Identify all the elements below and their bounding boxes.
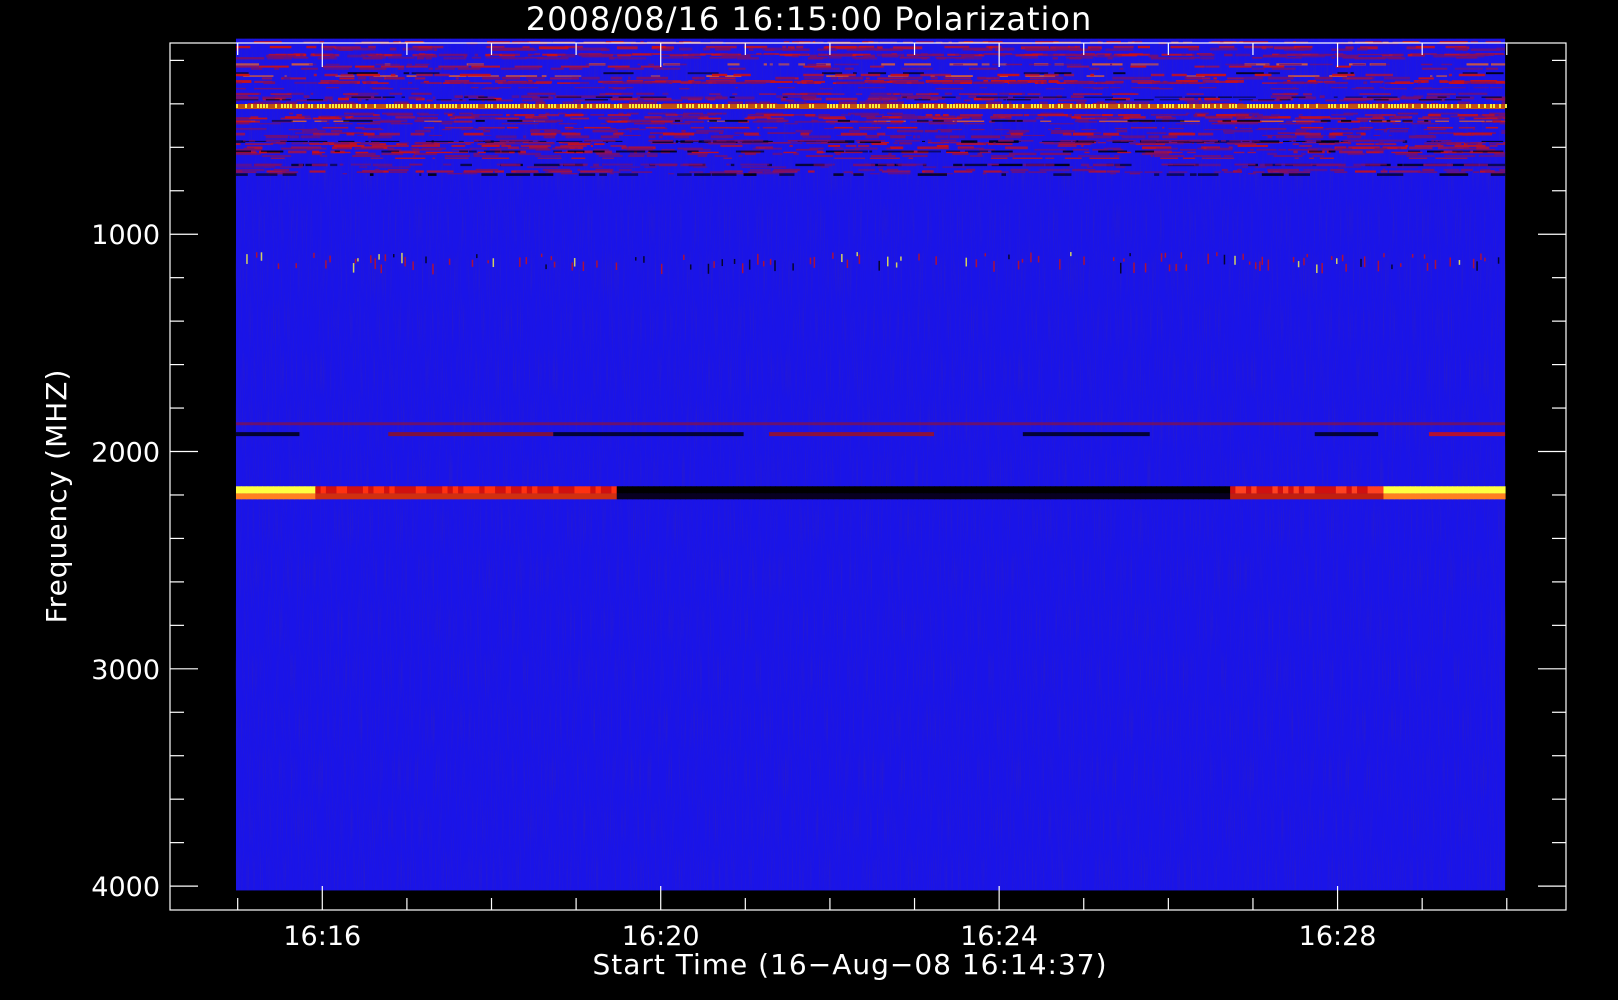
y-axis-label: Frequency (MHZ) bbox=[40, 369, 73, 624]
y-tick-label: 1000 bbox=[91, 220, 160, 251]
line-1870 bbox=[235, 422, 1506, 426]
y-tick-labels: 1000 2000 3000 4000 bbox=[91, 220, 160, 903]
y-tick-label: 3000 bbox=[91, 655, 160, 686]
spectrogram-chart: 2008/08/16 16:15:00 Polarization 16:16 16… bbox=[40, 0, 1567, 981]
x-tick-label: 16:28 bbox=[1299, 921, 1377, 952]
spectrogram-image bbox=[235, 38, 1507, 891]
x-tick-label: 16:16 bbox=[283, 921, 361, 952]
y-tick-label: 2000 bbox=[91, 438, 160, 469]
heatmap-texture bbox=[235, 38, 1506, 891]
chart-title: 2008/08/16 16:15:00 Polarization bbox=[526, 0, 1092, 38]
x-axis-label: Start Time (16−Aug−08 16:14:37) bbox=[592, 948, 1107, 981]
line-1920 bbox=[235, 432, 1506, 437]
strong-line-2200 bbox=[235, 486, 1506, 500]
y-tick-label: 4000 bbox=[91, 872, 160, 903]
